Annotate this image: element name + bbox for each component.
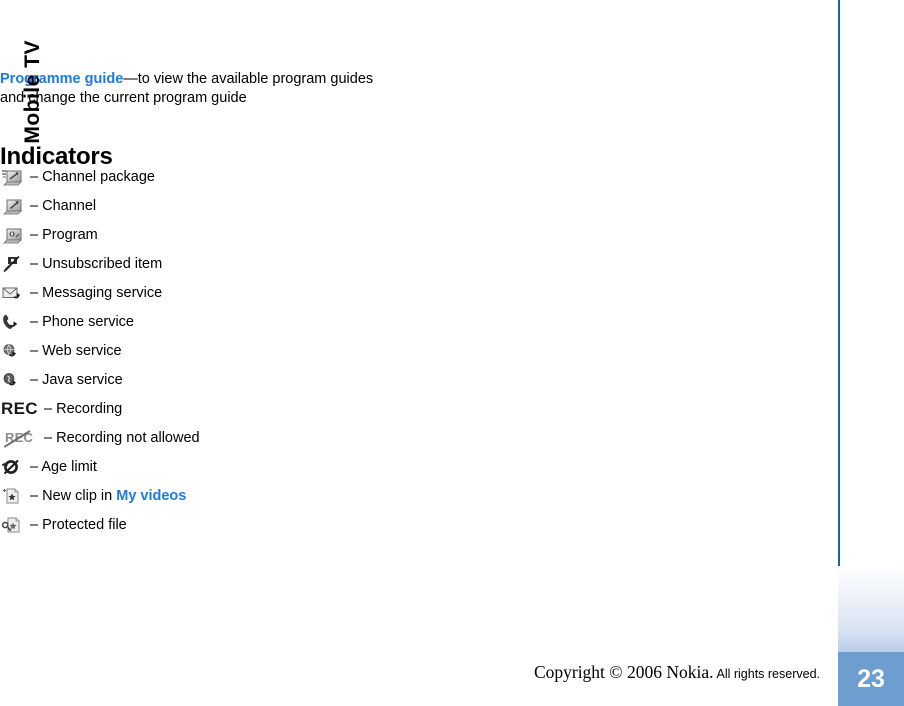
indicator-row: – Program bbox=[0, 220, 640, 249]
indicator-text: Recording bbox=[56, 400, 123, 417]
page-number-badge: 23 bbox=[838, 652, 904, 706]
indicator-label: – Recording bbox=[38, 400, 122, 418]
indicator-separator: – bbox=[30, 342, 39, 359]
my-videos-link[interactable]: My videos bbox=[116, 488, 186, 504]
indicator-separator: – bbox=[30, 516, 39, 533]
page-number-text: 23 bbox=[857, 664, 885, 693]
protected-file-icon bbox=[0, 513, 30, 537]
indicator-text: Web service bbox=[42, 342, 122, 359]
indicator-label: – Phone service bbox=[30, 313, 134, 331]
indicator-text: Protected file bbox=[42, 516, 127, 533]
indicator-text: Recording not allowed bbox=[56, 429, 200, 446]
age-limit-icon bbox=[0, 455, 30, 479]
indicator-separator: – bbox=[30, 313, 39, 330]
indicator-list: – Channel package – Channel – Program – … bbox=[0, 162, 640, 539]
indicator-label: – Web service bbox=[30, 342, 122, 360]
indicator-label: – New clip in My videos bbox=[30, 487, 186, 505]
phone-service-icon bbox=[0, 310, 30, 334]
indicator-row: – Age limit bbox=[0, 452, 640, 481]
indicator-separator: – bbox=[30, 458, 39, 475]
rights-text: All rights reserved. bbox=[716, 667, 820, 681]
indicator-label: – Messaging service bbox=[30, 284, 162, 302]
indicator-separator: – bbox=[30, 371, 39, 388]
indicator-row: – Channel package bbox=[0, 162, 640, 191]
intro-text-line1: —to view the available program guides bbox=[123, 70, 374, 87]
indicator-row: – Protected file bbox=[0, 510, 640, 539]
indicator-separator: – bbox=[30, 255, 39, 272]
indicator-row: – Java service bbox=[0, 365, 640, 394]
indicator-row: – Channel bbox=[0, 191, 640, 220]
messaging-service-icon bbox=[0, 281, 30, 305]
recording-icon-text: REC bbox=[1, 398, 38, 418]
intro-paragraph: Programme guide—to view the available pr… bbox=[0, 70, 560, 108]
java-service-icon bbox=[0, 368, 30, 392]
indicator-label: – Age limit bbox=[30, 458, 97, 476]
indicator-row: REC – Recording not allowed bbox=[0, 423, 640, 452]
sidebar-chapter-title-text: Mobile TV bbox=[21, 40, 44, 144]
web-service-icon bbox=[0, 339, 30, 363]
indicator-separator: – bbox=[44, 400, 53, 417]
indicator-label: – Recording not allowed bbox=[38, 429, 200, 447]
sidebar-chapter-title: Mobile TV bbox=[0, 40, 66, 240]
indicator-row: REC – Recording bbox=[0, 394, 640, 423]
unsubscribed-item-icon bbox=[0, 252, 30, 276]
indicator-separator: – bbox=[30, 284, 39, 301]
indicator-label: – Protected file bbox=[30, 516, 127, 534]
footer: Copyright © 2006 Nokia. All rights reserv… bbox=[0, 662, 820, 683]
new-clip-icon bbox=[0, 484, 30, 508]
page-content: Programme guide—to view the available pr… bbox=[0, 0, 828, 706]
indicator-label: – Java service bbox=[30, 371, 123, 389]
indicator-text: New clip in bbox=[42, 487, 117, 504]
recording-not-allowed-icon: REC bbox=[0, 426, 38, 450]
indicator-row: – Phone service bbox=[0, 307, 640, 336]
indicator-row: – Web service bbox=[0, 336, 640, 365]
recording-icon: REC bbox=[0, 397, 38, 421]
indicator-text: Unsubscribed item bbox=[42, 255, 163, 272]
indicator-separator: – bbox=[44, 429, 53, 446]
indicator-text: Age limit bbox=[41, 458, 97, 475]
indicator-row: – Unsubscribed item bbox=[0, 249, 640, 278]
indicator-separator: – bbox=[30, 487, 39, 504]
indicator-label: – Unsubscribed item bbox=[30, 255, 162, 273]
indicator-row: – Messaging service bbox=[0, 278, 640, 307]
recording-not-allowed-text-wrap: REC bbox=[3, 429, 33, 447]
indicator-row: – New clip in My videos bbox=[0, 481, 640, 510]
indicator-text: Java service bbox=[42, 371, 123, 388]
sidebar-divider-line bbox=[838, 0, 840, 566]
copyright-text: Copyright © 2006 Nokia. bbox=[533, 662, 714, 682]
indicator-text: Messaging service bbox=[42, 284, 163, 301]
indicator-text: Phone service bbox=[42, 313, 134, 330]
